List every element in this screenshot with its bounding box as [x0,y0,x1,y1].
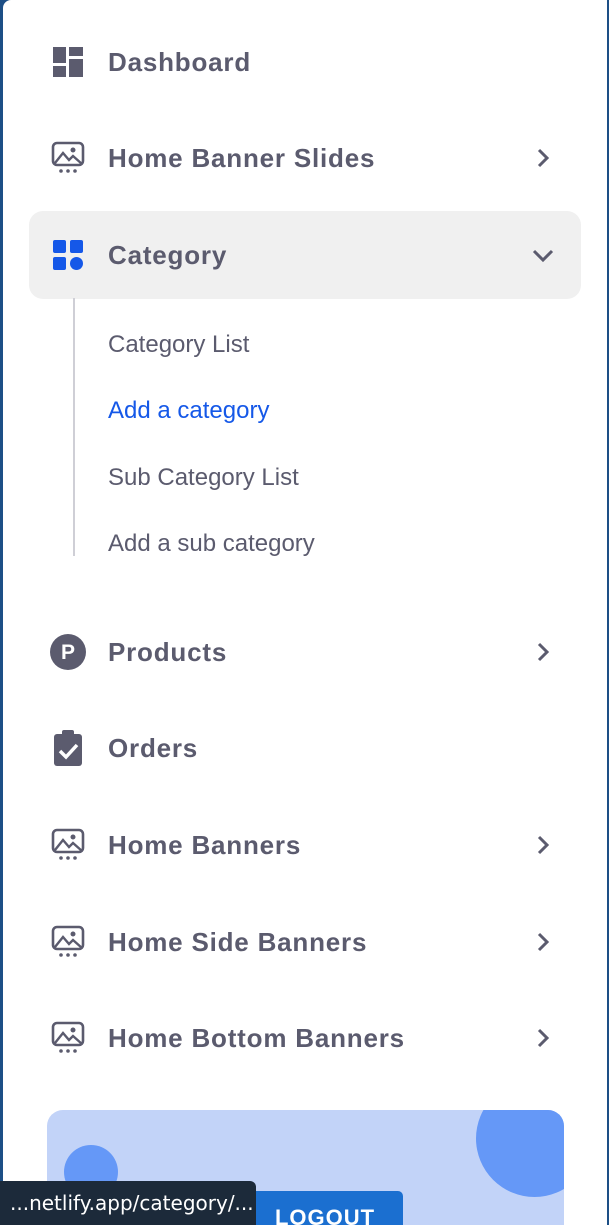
sidebar-item-label: Home Bottom Banners [108,1022,405,1053]
sidebar-item-label: Dashboard [108,46,252,77]
sidebar-item-label: Category [108,239,228,270]
sidebar-item-category[interactable]: Category [29,211,581,299]
svg-text:P: P [61,641,75,664]
image-icon [49,826,87,864]
clipboard-check-icon [49,729,87,767]
chevron-right-icon [537,642,550,662]
sidebar-item-home-banner-slides[interactable]: Home Banner Slides [29,114,581,202]
image-icon [49,1019,87,1057]
sidebar-item-products[interactable]: P Products [29,608,581,696]
decorative-circle [476,1110,564,1197]
image-icon [49,923,87,961]
submenu-item-add-category[interactable]: Add a category [108,397,269,425]
browser-status-url: ...netlify.app/category/... [0,1181,256,1225]
sidebar: Dashboard Home Banner Slides Category Ca… [3,0,607,1225]
category-grid-icon [49,236,87,274]
sidebar-item-label: Products [108,636,228,667]
sidebar-item-label: Home Side Banners [108,926,368,957]
submenu-item-add-sub-category[interactable]: Add a sub category [108,530,315,558]
submenu-divider [73,298,75,556]
chevron-right-icon [537,1028,550,1048]
logout-button[interactable]: LOGOUT [247,1191,403,1225]
sidebar-item-label: Home Banners [108,829,302,860]
chevron-right-icon [537,148,550,168]
chevron-right-icon [537,932,550,952]
sidebar-item-home-banners[interactable]: Home Banners [29,801,581,889]
sidebar-item-orders[interactable]: Orders [29,704,581,792]
chevron-right-icon [537,835,550,855]
sidebar-item-home-bottom-banners[interactable]: Home Bottom Banners [29,994,581,1082]
image-icon [49,139,87,177]
sidebar-item-label: Orders [108,732,199,763]
submenu-item-category-list[interactable]: Category List [108,331,249,359]
sidebar-item-home-side-banners[interactable]: Home Side Banners [29,898,581,986]
chevron-down-icon [532,249,554,263]
sidebar-item-label: Home Banner Slides [108,142,376,173]
sidebar-item-dashboard[interactable]: Dashboard [29,18,581,106]
dashboard-icon [49,43,87,81]
products-p-icon: P [49,633,87,671]
submenu-item-sub-category-list[interactable]: Sub Category List [108,464,299,492]
